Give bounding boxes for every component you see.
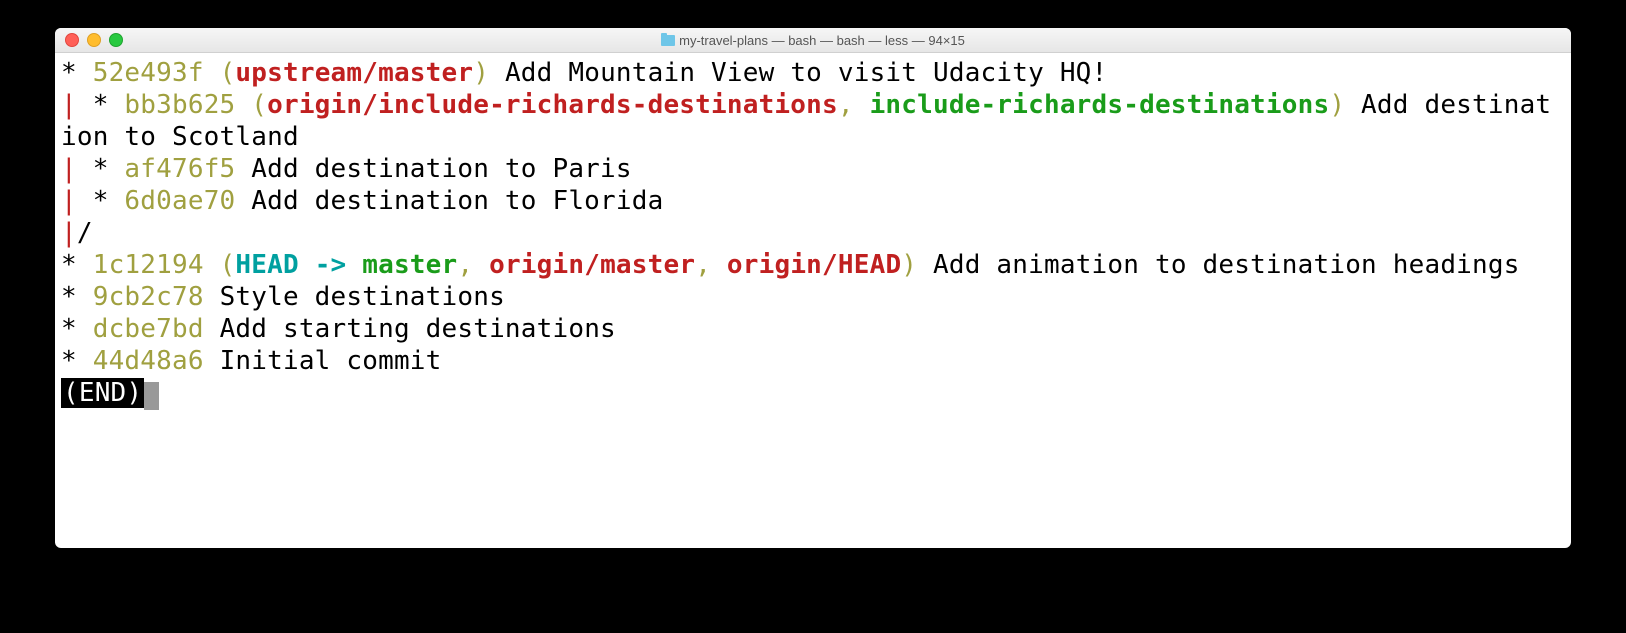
ref-open: ( bbox=[220, 250, 236, 280]
minimize-icon[interactable] bbox=[87, 33, 101, 47]
ref-remote: origin/master bbox=[489, 250, 695, 280]
ref-local: master bbox=[362, 250, 457, 280]
ref-open: ( bbox=[251, 90, 267, 120]
terminal-content[interactable]: * 52e493f (upstream/master) Add Mountain… bbox=[55, 53, 1571, 548]
graph-node: * bbox=[61, 314, 93, 344]
ref-local: include-richards-destinations bbox=[870, 90, 1330, 120]
ref-close: ) bbox=[1329, 90, 1345, 120]
graph-node: * bbox=[61, 250, 93, 280]
commit-hash: 52e493f bbox=[93, 58, 204, 88]
commit-msg: Add destination to Florida bbox=[251, 186, 663, 216]
commit-msg: Style destinations bbox=[220, 282, 505, 312]
close-icon[interactable] bbox=[65, 33, 79, 47]
graph-edge: | bbox=[61, 90, 77, 120]
ref-head: HEAD -> bbox=[235, 250, 362, 280]
ref-close: ) bbox=[473, 58, 489, 88]
commit-msg: Add Mountain View to visit Udacity HQ! bbox=[505, 58, 1107, 88]
graph-edge: | bbox=[61, 218, 77, 248]
ref-sep: , bbox=[838, 90, 870, 120]
ref-open: ( bbox=[220, 58, 236, 88]
ref-remote: origin/HEAD bbox=[727, 250, 901, 280]
graph-edge: | bbox=[61, 154, 77, 184]
graph-node: * bbox=[61, 58, 93, 88]
commit-hash: dcbe7bd bbox=[93, 314, 204, 344]
ref-remote: upstream/master bbox=[235, 58, 473, 88]
zoom-icon[interactable] bbox=[109, 33, 123, 47]
graph-edge: | bbox=[61, 186, 77, 216]
terminal-window: my-travel-plans — bash — bash — less — 9… bbox=[55, 28, 1571, 548]
cursor bbox=[144, 382, 159, 410]
commit-hash: 9cb2c78 bbox=[93, 282, 204, 312]
commit-hash: 44d48a6 bbox=[93, 346, 204, 376]
commit-hash: 6d0ae70 bbox=[124, 186, 235, 216]
commit-msg: Add starting destinations bbox=[220, 314, 616, 344]
ref-sep: , bbox=[695, 250, 727, 280]
commit-msg: Initial commit bbox=[220, 346, 442, 376]
commit-msg: Add animation to destination headings bbox=[933, 250, 1520, 280]
pager-end: (END) bbox=[61, 378, 144, 408]
window-title: my-travel-plans — bash — bash — less — 9… bbox=[55, 33, 1571, 48]
commit-msg: Add destination to Paris bbox=[251, 154, 631, 184]
commit-hash: af476f5 bbox=[124, 154, 235, 184]
ref-sep: , bbox=[457, 250, 489, 280]
commit-hash: bb3b625 bbox=[124, 90, 235, 120]
ref-close: ) bbox=[901, 250, 917, 280]
graph-merge: / bbox=[77, 218, 93, 248]
ref-remote: origin/include-richards-destinations bbox=[267, 90, 838, 120]
title-text: my-travel-plans — bash — bash — less — 9… bbox=[679, 33, 965, 48]
graph-node: * bbox=[61, 346, 93, 376]
graph-node: * bbox=[61, 282, 93, 312]
folder-icon bbox=[661, 35, 675, 46]
titlebar: my-travel-plans — bash — bash — less — 9… bbox=[55, 28, 1571, 53]
commit-hash: 1c12194 bbox=[93, 250, 204, 280]
window-controls bbox=[65, 33, 123, 47]
